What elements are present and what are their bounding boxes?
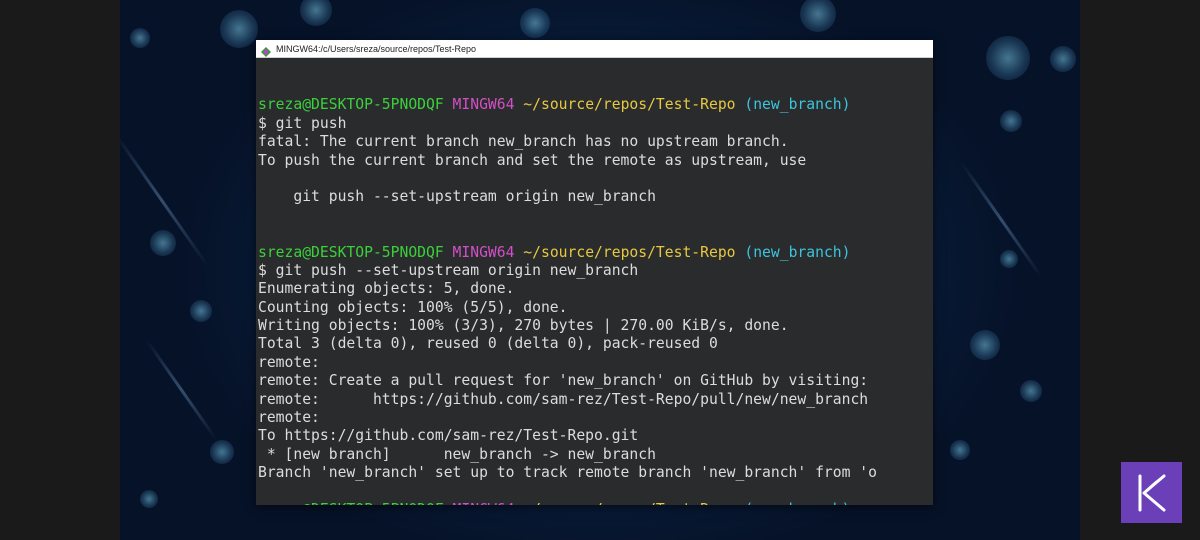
mingw-icon [260, 43, 272, 57]
terminal-output-line: remote: [258, 409, 320, 427]
prompt-branch: (new_branch) [744, 501, 850, 505]
terminal-prompt-line: sreza@DESKTOP-5PNODQF MINGW64 ~/source/r… [258, 501, 933, 505]
prompt-system: MINGW64 [452, 96, 515, 114]
prompt-path: ~/source/repos/Test-Repo [523, 96, 736, 114]
terminal-output-line: $ git push [258, 114, 347, 132]
terminal-output-line: Enumerating objects: 5, done. [258, 280, 515, 298]
terminal-prompt-line: sreza@DESKTOP-5PNODQF MINGW64 ~/source/r… [258, 96, 933, 114]
prompt-user: sreza@DESKTOP-5PNODQF [258, 501, 444, 505]
terminal-output-line: fatal: The current branch new_branch has… [258, 133, 789, 151]
terminal-output-line: remote: [258, 353, 320, 371]
k-logo-icon [1138, 474, 1165, 511]
window-title: MINGW64:/c/Users/sreza/source/repos/Test… [276, 43, 477, 54]
prompt-branch: (new_branch) [744, 243, 851, 261]
letterbox-left [0, 0, 120, 540]
prompt-path: ~/source/repos/Test-Repo [523, 243, 736, 261]
prompt-user: sreza@DESKTOP-5PNODQF [258, 96, 444, 114]
terminal-output-line: To https://github.com/sam-rez/Test-Repo.… [258, 427, 639, 445]
terminal-output-line: Counting objects: 100% (5/5), done. [258, 298, 568, 316]
terminal-prompt-line: sreza@DESKTOP-5PNODQF MINGW64 ~/source/r… [258, 244, 933, 262]
terminal-output-line: Total 3 (delta 0), reused 0 (delta 0), p… [258, 335, 718, 353]
terminal-window[interactable]: MINGW64:/c/Users/sreza/source/repos/Test… [256, 40, 933, 505]
prompt-system: MINGW64 [452, 243, 515, 261]
video-frame: MINGW64:/c/Users/sreza/source/repos/Test… [0, 0, 1200, 540]
terminal-output-line: Writing objects: 100% (3/3), 270 bytes |… [258, 317, 789, 335]
terminal-output-line: $ git push --set-upstream origin new_bra… [258, 261, 639, 279]
prompt-branch: (new_branch) [744, 96, 851, 114]
terminal-output-line: To push the current branch and set the r… [258, 151, 807, 169]
terminal-output[interactable]: sreza@DESKTOP-5PNODQF MINGW64 ~/source/r… [256, 58, 933, 505]
terminal-output-line: Branch 'new_branch' set up to track remo… [258, 464, 877, 482]
window-titlebar[interactable]: MINGW64:/c/Users/sreza/source/repos/Test… [256, 40, 933, 58]
terminal-output-line: git push --set-upstream origin new_branc… [258, 188, 656, 206]
terminal-output-line: * [new branch] new_branch -> new_branch [258, 445, 656, 463]
prompt-system: MINGW64 [453, 501, 515, 505]
prompt-user: sreza@DESKTOP-5PNODQF [258, 243, 444, 261]
prompt-path: ~/source/repos/Test-Repo [523, 501, 735, 505]
terminal-output-line: remote: https://github.com/sam-rez/Test-… [258, 390, 869, 408]
channel-logo [1121, 462, 1182, 523]
terminal-output-line: remote: Create a pull request for 'new_b… [258, 372, 869, 390]
letterbox-right [1080, 0, 1200, 540]
